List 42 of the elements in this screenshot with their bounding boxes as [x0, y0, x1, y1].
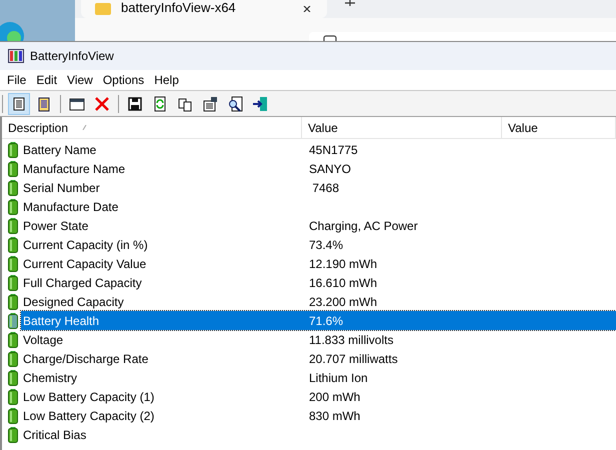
table-cell-text: 200 mWh	[308, 388, 360, 406]
table-cell-text: Current Capacity (in %)	[22, 236, 149, 254]
window-title: BatteryInfoView	[30, 48, 114, 65]
table-cell-text: Low Battery Capacity (2)	[22, 408, 156, 424]
table-cell-text: Chemistry	[22, 370, 78, 386]
column-header[interactable]: Description	[8, 118, 68, 136]
menu-item[interactable]: View	[62, 71, 98, 89]
table-cell-text: Voltage	[22, 332, 64, 348]
table-cell-text: Full Charged Capacity	[22, 274, 143, 292]
column-header[interactable]: Value	[308, 118, 338, 136]
table-cell-text: Charging, AC Power	[308, 218, 418, 234]
menu-item[interactable]: Help	[149, 71, 184, 89]
table-cell-text: 45N1775	[308, 142, 358, 158]
table-cell-text: Critical Bias	[22, 426, 88, 444]
table-cell-text: 71.6%	[308, 312, 344, 330]
table-cell-text: Manufacture Date	[22, 198, 120, 216]
table-cell-text: Lithium Ion	[308, 370, 368, 386]
table-cell-text: SANYO	[308, 160, 352, 178]
menu-item[interactable]: Edit	[31, 71, 62, 89]
selected-row[interactable]: Battery Health 71.6%	[21, 311, 616, 330]
menu-item[interactable]: Options	[98, 71, 150, 89]
table-cell-text: 23.200 mWh	[308, 294, 378, 310]
table-cell-text: Charge/Discharge Rate	[22, 350, 150, 368]
table-cell-text: 73.4%	[308, 236, 344, 254]
column-header[interactable]: Value	[508, 118, 538, 136]
menu-item[interactable]: File	[2, 71, 32, 89]
table-cell-text: Low Battery Capacity (1)	[22, 388, 156, 406]
table-cell-text: Battery Name	[22, 142, 98, 158]
table-cell-text: 12.190 mWh	[308, 256, 378, 272]
tab-title: batteryInfoView-x64	[121, 0, 236, 15]
table-cell-text: Battery Health	[22, 312, 100, 330]
table-cell-text: 16.610 mWh	[308, 274, 378, 292]
table-cell-text: Current Capacity Value	[22, 256, 148, 272]
table-cell-text: Serial Number	[22, 180, 101, 196]
table-cell-text: 830 mWh	[308, 408, 360, 424]
table-cell-text: 20.707 milliwatts	[308, 350, 398, 368]
table-cell-text: 11.833 millivolts	[308, 332, 394, 348]
table-cell-text: Manufacture Name	[22, 160, 126, 178]
table-cell-text: Designed Capacity	[22, 294, 125, 310]
explorer-tab[interactable]: batteryInfoView-x64	[81, 0, 327, 18]
table-cell-text: 7468	[311, 180, 340, 196]
table-cell-text: Power State	[22, 218, 90, 234]
